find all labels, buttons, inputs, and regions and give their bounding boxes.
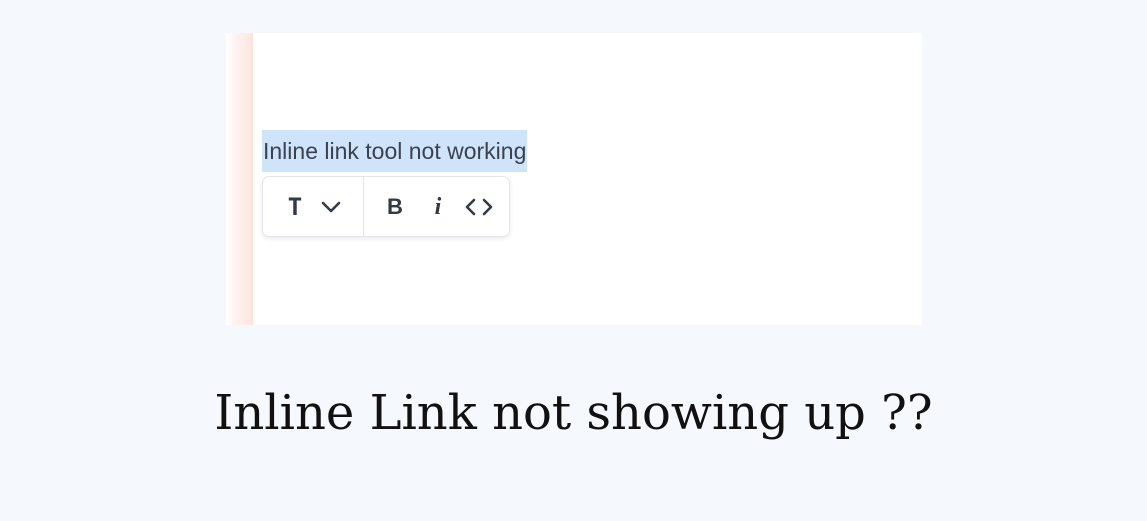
- block-highlight-bar: [226, 33, 253, 325]
- code-glyph: [465, 198, 493, 216]
- caption-heading: Inline Link not showing up ??: [214, 385, 933, 441]
- italic-icon[interactable]: i: [427, 191, 449, 223]
- bold-icon[interactable]: B: [383, 191, 407, 223]
- toolbar-divider: [363, 177, 364, 236]
- chevron-down-icon[interactable]: [317, 191, 345, 223]
- text-style-icon[interactable]: T: [281, 191, 309, 223]
- code-icon[interactable]: [464, 191, 494, 223]
- selected-text[interactable]: Inline link tool not working: [262, 130, 528, 172]
- chevron-down-glyph: [321, 201, 341, 213]
- inline-toolbar: T B i: [262, 176, 510, 237]
